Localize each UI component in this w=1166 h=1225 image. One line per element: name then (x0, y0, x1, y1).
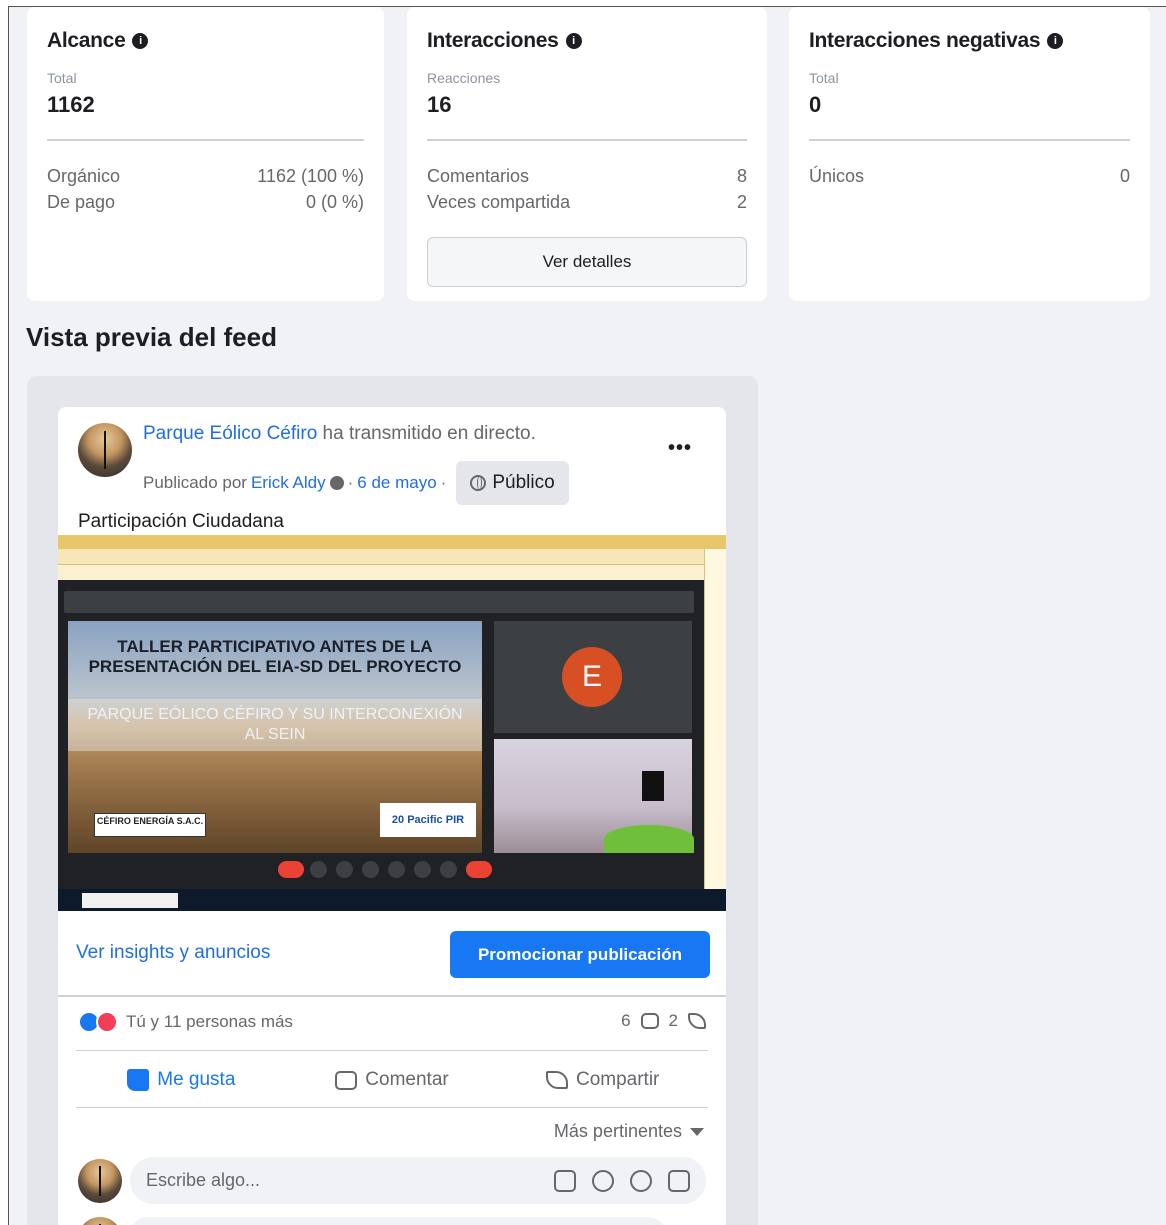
interactions-card: Interacciones i Reacciones 16 Comentario… (407, 7, 767, 301)
negative-sub-label: Total (809, 70, 839, 86)
negative-title: Interacciones negativas i (809, 29, 1064, 53)
windows-taskbar (58, 889, 726, 911)
more-options-icon[interactable]: ••• (668, 437, 692, 460)
participant-avatar: E (562, 647, 622, 707)
sticker-icon[interactable] (668, 1169, 690, 1192)
reach-card: Alcance i Total 1162 Orgánico 1162 (100 … (27, 7, 384, 301)
speaker-shape (642, 771, 664, 801)
info-icon[interactable]: i (565, 33, 582, 49)
negative-interactions-card: Interacciones negativas i Total 0 Únicos… (789, 7, 1150, 301)
share-icon (545, 1071, 568, 1089)
post-video-media[interactable]: TALLER PARTICIPATIVO ANTES DE LA PRESENT… (58, 535, 726, 911)
like-button[interactable]: Me gusta (76, 1059, 287, 1101)
author-link[interactable]: Erick Aldy (251, 473, 326, 493)
comment-bubble (130, 1217, 666, 1225)
camera-icon[interactable] (630, 1169, 652, 1192)
user-avatar[interactable] (78, 1159, 122, 1203)
browser-address-bar (58, 549, 726, 565)
audience-button[interactable]: Público (456, 461, 569, 505)
post-actions: Me gusta Comentar Compartir (76, 1059, 708, 1101)
taskbar-search (82, 893, 178, 908)
camera-room-tile (494, 739, 694, 853)
divider (76, 1107, 708, 1108)
green-object (604, 825, 694, 853)
negative-total: 0 (809, 92, 822, 117)
reach-organic-row: Orgánico 1162 (100 %) (47, 166, 364, 186)
divider (427, 139, 747, 141)
comment-icon (335, 1070, 358, 1090)
reach-sub-label: Total (47, 70, 77, 86)
published-by-label: Publicado por (143, 473, 247, 492)
slide-subtitle: PARQUE EÓLICO CÉFIRO Y SU INTERCONEXIÓN … (87, 706, 463, 743)
gif-icon[interactable] (554, 1169, 576, 1192)
comment-button[interactable]: Comentar (287, 1059, 498, 1101)
comment-tools (554, 1169, 690, 1192)
love-reaction-icon (96, 1011, 118, 1033)
engagement-counts: 6 2 (621, 1011, 706, 1031)
interactions-title: Interacciones i (427, 29, 582, 53)
raise-hand-icon (414, 861, 431, 878)
end-call-icon (466, 861, 492, 878)
page-avatar[interactable] (78, 423, 132, 477)
post-action-text: ha transmitido en directo. (322, 423, 536, 444)
view-details-button[interactable]: Ver detalles (427, 237, 747, 287)
captions-icon (336, 861, 353, 878)
divider (47, 139, 364, 141)
post-header-line: Parque Eólico Céfiro ha transmitido en d… (143, 423, 536, 445)
thumbs-up-icon (127, 1069, 150, 1091)
info-icon[interactable] (329, 476, 344, 490)
comments-count[interactable]: 6 (621, 1011, 630, 1031)
commenter-avatar (78, 1217, 122, 1225)
post-date-link[interactable]: 6 de mayo (357, 473, 436, 493)
presentation-notice-bar (64, 591, 694, 613)
reach-title: Alcance i (47, 29, 149, 53)
camera-icon (310, 861, 327, 878)
interactions-total: 16 (427, 92, 452, 117)
unique-row: Únicos 0 (809, 166, 1130, 186)
browser-tab-strip (58, 535, 726, 549)
audience-label: Público (492, 472, 555, 493)
reactions-summary[interactable]: Tú y 11 personas más (78, 1011, 293, 1033)
meeting-controls-bar (58, 857, 704, 881)
shares-count[interactable]: 2 (669, 1011, 678, 1031)
share-icon (688, 1013, 706, 1029)
feed-preview-title: Vista previa del feed (26, 322, 277, 352)
interactions-sub-label: Reacciones (427, 70, 501, 86)
comment-sort-dropdown[interactable]: Más pertinentes (554, 1121, 704, 1142)
reactions-text: Tú y 11 personas más (126, 1012, 293, 1031)
more-icon (440, 861, 457, 878)
emoji-icon[interactable] (592, 1169, 614, 1192)
browser-bookmarks-bar (58, 565, 726, 580)
post-text: Participación Ciudadana (78, 511, 284, 532)
cefiro-logo: CÉFIRO ENERGÍA S.A.C. (94, 813, 206, 837)
divider (58, 995, 726, 997)
mic-off-icon (278, 861, 304, 878)
participant-tile: E (494, 621, 692, 733)
insights-ads-link[interactable]: Ver insights y anuncios (76, 942, 270, 964)
promote-post-button[interactable]: Promocionar publicación (450, 931, 710, 978)
globe-icon (470, 475, 487, 491)
info-icon[interactable]: i (1047, 33, 1064, 49)
present-icon (388, 861, 405, 878)
browser-side-toolbar (704, 549, 726, 894)
divider (809, 139, 1130, 141)
post-card: Parque Eólico Céfiro ha transmitido en d… (58, 407, 726, 1225)
slide-title: TALLER PARTICIPATIVO ANTES DE LA PRESENT… (88, 637, 462, 676)
pacific-logo: 20 Pacific PIR (380, 803, 476, 837)
reach-total: 1162 (47, 92, 95, 117)
comment-input[interactable]: Escribe algo... (130, 1157, 706, 1204)
reactions-icon (362, 861, 379, 878)
page-name-link[interactable]: Parque Eólico Céfiro (143, 423, 317, 444)
comment-placeholder: Escribe algo... (146, 1170, 261, 1190)
divider (76, 1050, 708, 1051)
caret-down-icon (690, 1127, 704, 1136)
comment-icon (640, 1013, 659, 1029)
shares-row: Veces compartida 2 (427, 192, 747, 212)
reach-paid-row: De pago 0 (0 %) (47, 192, 364, 212)
presentation-slide: TALLER PARTICIPATIVO ANTES DE LA PRESENT… (68, 621, 482, 853)
share-button[interactable]: Compartir (497, 1059, 708, 1101)
post-meta: Publicado por Erick Aldy · 6 de mayo · P… (143, 461, 569, 505)
info-icon[interactable]: i (132, 33, 149, 49)
comments-row: Comentarios 8 (427, 166, 747, 186)
